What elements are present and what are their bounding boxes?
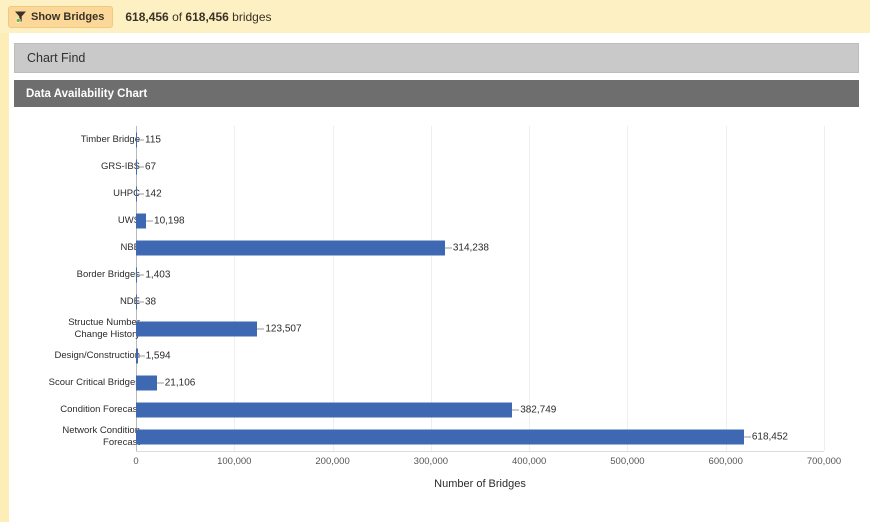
chart-row[interactable]: NDE 38 [14, 288, 859, 315]
bar[interactable] [136, 213, 147, 228]
x-axis-tick-label: 200,000 [315, 456, 350, 467]
bridge-count-status: 618,456 of 618,456 bridges [125, 10, 271, 24]
chart-row[interactable]: UWS 10,198 [14, 207, 859, 234]
leader-line [137, 301, 144, 302]
chart-container: Timber Bridge 115 GRS-IBS 67 UHPC 142 UWS 10,19… [14, 112, 859, 512]
show-bridges-label: Show Bridges [31, 10, 105, 23]
bar-value-label: 314,238 [452, 242, 489, 253]
bar-value-label: 10,198 [154, 215, 185, 226]
bar-group: 314,238 [136, 240, 489, 255]
bar-value-label: 1,594 [145, 350, 171, 361]
top-toolbar: Show Bridges 618,456 of 618,456 bridges [0, 0, 870, 33]
chart-row[interactable]: Network Condition Forecast 618,452 [14, 423, 859, 450]
chart-row[interactable]: Border Bridges 1,403 [14, 261, 859, 288]
bar-group: 67 [136, 159, 156, 174]
bar-value-label: 142 [145, 188, 162, 199]
bar-group: 21,106 [136, 375, 195, 390]
category-label: Structue Number Change History [68, 317, 140, 340]
bar-group: 1,403 [136, 267, 170, 282]
chart-row[interactable]: Structue Number Change History 123,507 [14, 315, 859, 342]
bar-value-label: 1,403 [145, 269, 171, 280]
bridge-count-shown: 618,456 [125, 9, 169, 24]
leader-line [444, 247, 452, 248]
category-label: Timber Bridge [80, 133, 140, 145]
leader-line [137, 274, 145, 275]
bridge-count-of: of [168, 9, 186, 24]
x-axis-tick-label: 500,000 [610, 456, 645, 467]
data-availability-title: Data Availability Chart [26, 87, 148, 100]
category-label: Border Bridges [76, 268, 140, 280]
leader-line [743, 436, 751, 437]
chart-row[interactable]: UHPC 142 [14, 180, 859, 207]
x-axis-title: Number of Bridges [434, 478, 526, 490]
chart-row[interactable]: Design/Construction 1,594 [14, 342, 859, 369]
leader-line [137, 166, 144, 167]
category-label: Network Condition Forecast [62, 425, 140, 448]
x-axis-tick-label: 300,000 [413, 456, 449, 467]
bridge-count-total: 618,456 [185, 9, 229, 24]
category-label: UHPC [113, 187, 140, 199]
bar-value-label: 618,452 [751, 431, 788, 442]
leader-line [257, 328, 265, 329]
chart-find-title: Chart Find [27, 51, 86, 65]
category-label: NBE [120, 241, 140, 253]
bar-value-label: 38 [145, 296, 157, 307]
bar-value-label: 115 [145, 134, 161, 145]
left-edge-strip [0, 0, 9, 522]
show-bridges-button[interactable]: Show Bridges [8, 5, 114, 28]
category-label: Condition Forecast [60, 403, 140, 415]
bar[interactable] [136, 321, 258, 336]
x-axis-tick-label: 600,000 [708, 456, 743, 467]
x-axis-tick-label: 100,000 [217, 456, 252, 467]
bar-value-label: 123,507 [265, 323, 302, 334]
chart-row[interactable]: Timber Bridge 115 [14, 126, 859, 153]
x-axis-tick-label: 400,000 [511, 456, 547, 467]
data-availability-panel-header[interactable]: Data Availability Chart [14, 80, 859, 107]
funnel-filter-icon [14, 10, 27, 23]
leader-line [137, 193, 144, 194]
category-label: Design/Construction [54, 349, 140, 361]
leader-line [156, 382, 164, 383]
bar-value-label: 21,106 [164, 377, 196, 388]
bar-group: 10,198 [136, 213, 185, 228]
bar[interactable] [136, 375, 157, 390]
category-label: NDE [119, 295, 140, 307]
bar-value-label: 382,749 [520, 404, 557, 415]
bar-value-label: 67 [145, 161, 157, 172]
leader-line [512, 409, 520, 410]
data-availability-chart-page: Show Bridges 618,456 of 618,456 bridges … [0, 0, 870, 522]
bar-group: 123,507 [136, 321, 302, 336]
chart-row[interactable]: GRS-IBS 67 [14, 153, 859, 180]
category-label: GRS-IBS [100, 160, 140, 172]
bar[interactable] [136, 240, 445, 255]
bar[interactable] [136, 402, 513, 417]
x-axis-tick-label: 0 [133, 456, 139, 467]
chart-row[interactable]: NBE 314,238 [14, 234, 859, 261]
leader-line [146, 220, 154, 221]
chart-row[interactable]: Condition Forecast 382,749 [14, 396, 859, 423]
leader-line [137, 139, 144, 140]
chart-find-panel[interactable]: Chart Find [14, 43, 859, 73]
bar-group: 38 [136, 294, 156, 309]
bridge-count-unit: bridges [228, 9, 272, 24]
bar-group: 382,749 [136, 402, 556, 417]
x-axis-line [136, 451, 824, 452]
bar-group: 618,452 [136, 429, 788, 444]
chart-row[interactable]: Scour Critical Bridges 21,106 [14, 369, 859, 396]
bar-group: 115 [136, 132, 161, 147]
category-label: Scour Critical Bridges [48, 376, 140, 388]
leader-line [137, 355, 145, 356]
x-axis-tick-label: 700,000 [806, 456, 842, 467]
bar-group: 1,594 [136, 348, 171, 363]
bar[interactable] [136, 429, 744, 444]
category-label: UWS [117, 214, 140, 226]
bar-group: 142 [136, 186, 162, 201]
bar-chart-plot: Timber Bridge 115 GRS-IBS 67 UHPC 142 UWS 10,19… [14, 112, 859, 512]
